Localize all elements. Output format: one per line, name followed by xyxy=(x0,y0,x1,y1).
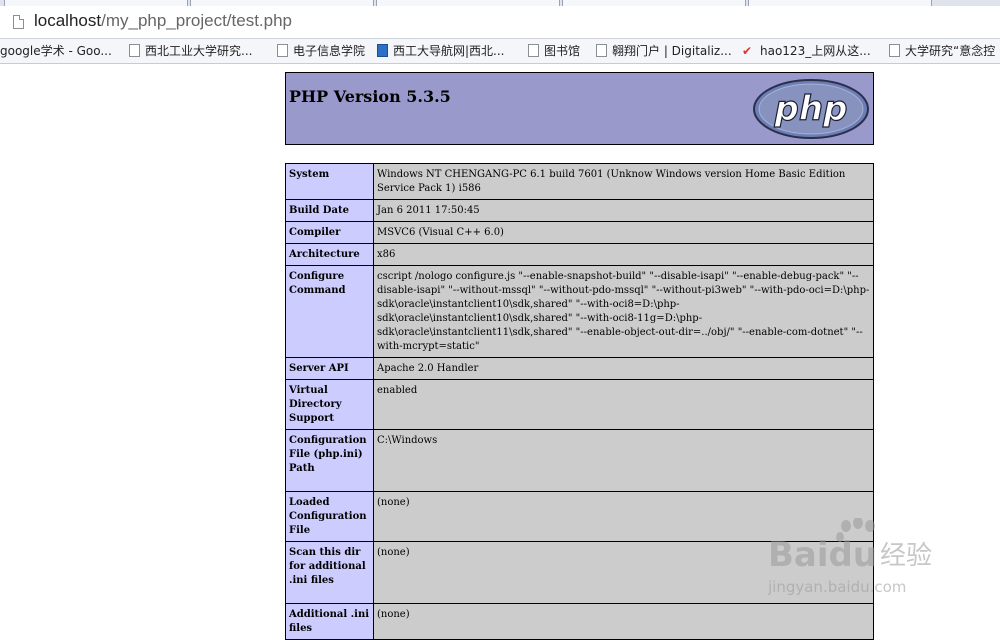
row-key: Loaded Configuration File xyxy=(285,491,374,542)
watermark-site: jingyan.baidu.com xyxy=(768,578,906,596)
table-row: Virtual Directory Support enabled xyxy=(285,379,874,430)
row-key: Build Date xyxy=(285,199,374,222)
table-row: Configure Command cscript /nologo configu… xyxy=(285,265,874,358)
bookmark-item[interactable]: 电子信息学院 xyxy=(277,42,365,60)
row-key: Additional .ini files xyxy=(285,603,374,640)
row-key: System xyxy=(285,163,374,200)
row-key: Virtual Directory Support xyxy=(285,379,374,430)
url-text[interactable]: localhost/my_php_project/test.php xyxy=(34,11,292,31)
bookmark-item[interactable]: 图书馆 xyxy=(528,42,580,60)
baidu-jingyan-watermark-icon: Baidu 经验 jingyan.baidu.com xyxy=(768,518,932,596)
page-icon xyxy=(596,44,607,57)
page-icon xyxy=(889,44,900,57)
bookmarks-bar: google学术 - Goo... 西北工业大学研究... 电子信息学院 西工大… xyxy=(0,39,1000,64)
row-key: Scan this dir for additional .ini files xyxy=(285,541,374,604)
bookmark-item[interactable]: ✔ hao123_上网从这... xyxy=(739,42,871,60)
bookmark-item[interactable]: 翱翔门户 | Digitaliz... xyxy=(596,42,732,60)
bookmark-item[interactable]: 大学研究“意念控 xyxy=(889,42,995,60)
php-version-title: PHP Version 5.3.5 xyxy=(289,87,451,106)
bookmark-label: 西工大导航网|西北... xyxy=(393,44,505,58)
row-key: Server API xyxy=(285,357,374,380)
url-host: localhost xyxy=(34,11,102,30)
bookmark-label: 西北工业大学研究... xyxy=(145,44,253,58)
bookmark-item[interactable]: 西工大导航网|西北... xyxy=(377,42,505,60)
bookmark-label: hao123_上网从这... xyxy=(760,44,871,58)
bookmark-item[interactable]: google学术 - Goo... xyxy=(0,42,112,60)
hao123-icon: ✔ xyxy=(741,44,753,58)
blue-nav-icon xyxy=(377,44,388,57)
bookmark-label: 大学研究“意念控 xyxy=(905,44,996,58)
watermark-brand-cn: 经验 xyxy=(880,541,932,571)
watermark-brand: Baidu xyxy=(768,535,877,575)
row-key: Architecture xyxy=(285,243,374,266)
bookmark-label: google学术 - Goo... xyxy=(0,44,112,58)
bookmark-label: 图书馆 xyxy=(544,44,581,58)
page-icon xyxy=(528,44,539,57)
row-value: (none) xyxy=(373,603,874,640)
table-row: Build Date Jan 6 2011 17:50:45 xyxy=(285,199,874,222)
address-bar[interactable]: localhost/my_php_project/test.php xyxy=(0,6,1000,39)
bookmark-label: 翱翔门户 | Digitaliz... xyxy=(612,44,732,58)
page-icon xyxy=(13,15,24,29)
row-value: Windows NT CHENGANG-PC 6.1 build 7601 (U… xyxy=(373,163,874,200)
row-key: Configuration File (php.ini) Path xyxy=(285,429,374,492)
bookmark-item[interactable]: 西北工业大学研究... xyxy=(129,42,252,60)
row-value: C:\Windows xyxy=(373,429,874,492)
row-value: Apache 2.0 Handler xyxy=(373,357,874,380)
php-logo-icon[interactable]: php xyxy=(752,78,870,140)
page-icon xyxy=(277,44,288,57)
row-key: Compiler xyxy=(285,221,374,244)
row-value: cscript /nologo configure.js "--enable-s… xyxy=(373,265,874,358)
url-path: /my_php_project/test.php xyxy=(101,11,293,30)
table-row: Additional .ini files (none) xyxy=(285,603,874,640)
table-row: Compiler MSVC6 (Visual C++ 6.0) xyxy=(285,221,874,244)
php-logo-text: php xyxy=(774,89,848,129)
row-value: enabled xyxy=(373,379,874,430)
table-row: System Windows NT CHENGANG-PC 6.1 build 7… xyxy=(285,163,874,200)
table-row: Server API Apache 2.0 Handler xyxy=(285,357,874,380)
table-row: Configuration File (php.ini) Path C:\Wind… xyxy=(285,429,874,492)
row-key: Configure Command xyxy=(285,265,374,358)
page-icon xyxy=(129,44,140,57)
row-value: x86 xyxy=(373,243,874,266)
table-row: Architecture x86 xyxy=(285,243,874,266)
row-value: MSVC6 (Visual C++ 6.0) xyxy=(373,221,874,244)
row-value: Jan 6 2011 17:50:45 xyxy=(373,199,874,222)
php-version-header: PHP Version 5.3.5 php xyxy=(285,72,874,145)
bookmark-label: 电子信息学院 xyxy=(293,44,366,58)
